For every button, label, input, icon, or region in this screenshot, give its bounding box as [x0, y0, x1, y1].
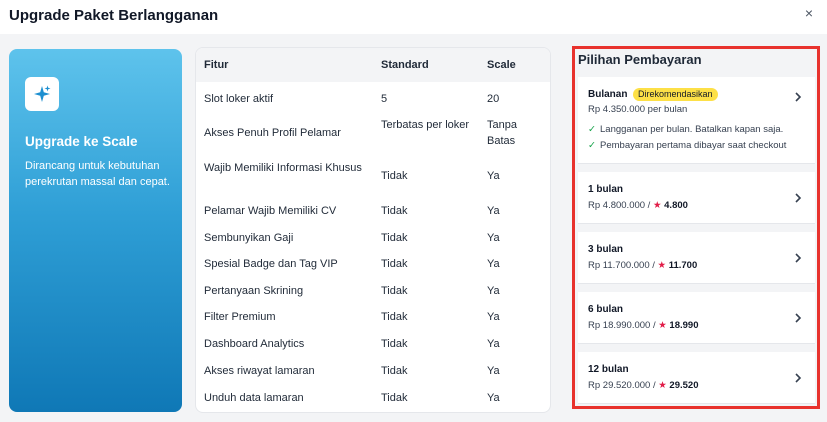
points-value: 18.990: [669, 320, 699, 331]
feature-name: Wajib Memiliki Informasi Khusus: [204, 162, 362, 174]
scale-value: 20: [487, 93, 500, 105]
option-name: Bulanan: [588, 89, 628, 100]
feature-name: Slot loker aktif: [204, 93, 274, 105]
payment-option-6-bulan[interactable]: 6 bulan Rp 18.990.000 / ★ 18.990: [578, 292, 815, 344]
standard-value: Tidak: [381, 205, 408, 217]
promo-title: Upgrade ke Scale: [25, 134, 138, 149]
chevron-right-icon: [795, 193, 802, 203]
feature-comparison-table: Fitur Standard Scale Slot loker aktif 5 …: [195, 47, 551, 413]
benefit-text: Langganan per bulan. Batalkan kapan saja…: [600, 124, 784, 135]
scale-value: Ya: [487, 205, 500, 217]
standard-value: Tidak: [381, 311, 408, 323]
option-price: Rp 29.520.000 / ★ 29.520: [588, 380, 698, 391]
feature-name: Filter Premium: [204, 311, 276, 323]
feature-name: Sembunyikan Gaji: [204, 232, 294, 244]
price-text: Rp 18.990.000 /: [588, 320, 656, 331]
option-price: Rp 18.990.000 / ★ 18.990: [588, 320, 698, 331]
option-price: Rp 4.800.000 / ★ 4.800: [588, 200, 688, 211]
points-value: 4.800: [664, 200, 688, 211]
check-icon: ✓: [588, 124, 596, 135]
scale-value: Ya: [487, 258, 500, 270]
feature-name: Pelamar Wajib Memiliki CV: [204, 205, 337, 217]
modal-header: Upgrade Paket Berlangganan ×: [0, 0, 827, 34]
star-icon: ★: [658, 380, 667, 391]
recommended-badge: Direkomendasikan: [633, 88, 718, 101]
chevron-right-icon: [795, 253, 802, 263]
feature-name: Spesial Badge dan Tag VIP: [204, 258, 338, 270]
price-text: Rp 11.700.000 /: [588, 260, 655, 271]
payment-option-1-bulan[interactable]: 1 bulan Rp 4.800.000 / ★ 4.800: [578, 172, 815, 224]
price-text: Rp 29.520.000 /: [588, 380, 656, 391]
standard-value: Tidak: [381, 258, 408, 270]
scale-value: Ya: [487, 170, 500, 182]
option-name: 6 bulan: [588, 304, 624, 315]
table-header: Fitur Standard Scale: [196, 48, 550, 82]
scale-value: Ya: [487, 365, 500, 377]
check-icon: ✓: [588, 140, 596, 151]
standard-value: Tidak: [381, 232, 408, 244]
star-icon: ★: [657, 260, 667, 271]
standard-value: Tidak: [381, 392, 408, 404]
header-fitur: Fitur: [204, 59, 229, 71]
standard-value: Tidak: [381, 365, 408, 377]
feature-name: Pertanyaan Skrining: [204, 285, 304, 297]
payment-option-12-bulan[interactable]: 12 bulan Rp 29.520.000 / ★ 29.520: [578, 352, 815, 404]
standard-value: Tidak: [381, 285, 408, 297]
points-value: 29.520: [669, 380, 699, 391]
standard-value: Tidak: [381, 170, 408, 182]
payment-option-3-bulan[interactable]: 3 bulan Rp 11.700.000 / ★ 11.700: [578, 232, 815, 284]
chevron-right-icon: [795, 373, 802, 383]
standard-value: Tidak: [381, 338, 408, 350]
promo-panel: Upgrade ke Scale Dirancang untuk kebutuh…: [9, 49, 182, 412]
benefit-text: Pembayaran pertama dibayar saat checkout: [600, 140, 787, 151]
close-icon[interactable]: ×: [800, 4, 818, 22]
option-name: 1 bulan: [588, 184, 624, 195]
payment-title: Pilihan Pembayaran: [578, 52, 702, 67]
star-icon: ★: [658, 320, 667, 331]
feature-name: Akses riwayat lamaran: [204, 365, 315, 377]
price-text: Rp 4.800.000 /: [588, 200, 651, 211]
star-icon: ★: [652, 200, 662, 211]
option-price: Rp 4.350.000 per bulan: [588, 104, 688, 115]
header-standard: Standard: [381, 59, 429, 71]
scale-value: Ya: [487, 232, 500, 244]
feature-name: Akses Penuh Profil Pelamar: [204, 127, 341, 139]
benefit-item: ✓ Langganan per bulan. Batalkan kapan saj…: [588, 124, 783, 135]
chevron-right-icon: [795, 313, 802, 323]
scale-value: Tanpa Batas: [487, 119, 517, 147]
standard-value: Terbatas per loker: [381, 119, 470, 131]
feature-name: Unduh data lamaran: [204, 392, 304, 404]
feature-name: Dashboard Analytics: [204, 338, 305, 350]
scale-value: Ya: [487, 338, 500, 350]
scale-value: Ya: [487, 285, 500, 297]
promo-description: Dirancang untuk kebutuhan perekrutan mas…: [25, 160, 170, 188]
points-value: 11.700: [668, 260, 698, 271]
option-name: 12 bulan: [588, 364, 629, 375]
option-name: 3 bulan: [588, 244, 624, 255]
modal-title: Upgrade Paket Berlangganan: [9, 7, 219, 24]
sparkles-icon: [25, 77, 59, 111]
payment-option-monthly[interactable]: Bulanan Direkomendasikan Rp 4.350.000 pe…: [578, 77, 815, 164]
standard-value: 5: [381, 93, 388, 105]
option-price: Rp 11.700.000 / ★ 11.700: [588, 260, 697, 271]
scale-value: Ya: [487, 392, 500, 404]
scale-value: Ya: [487, 311, 500, 323]
chevron-right-icon: [795, 92, 802, 102]
benefit-item: ✓ Pembayaran pertama dibayar saat checkou…: [588, 140, 786, 151]
header-scale: Scale: [487, 59, 516, 71]
